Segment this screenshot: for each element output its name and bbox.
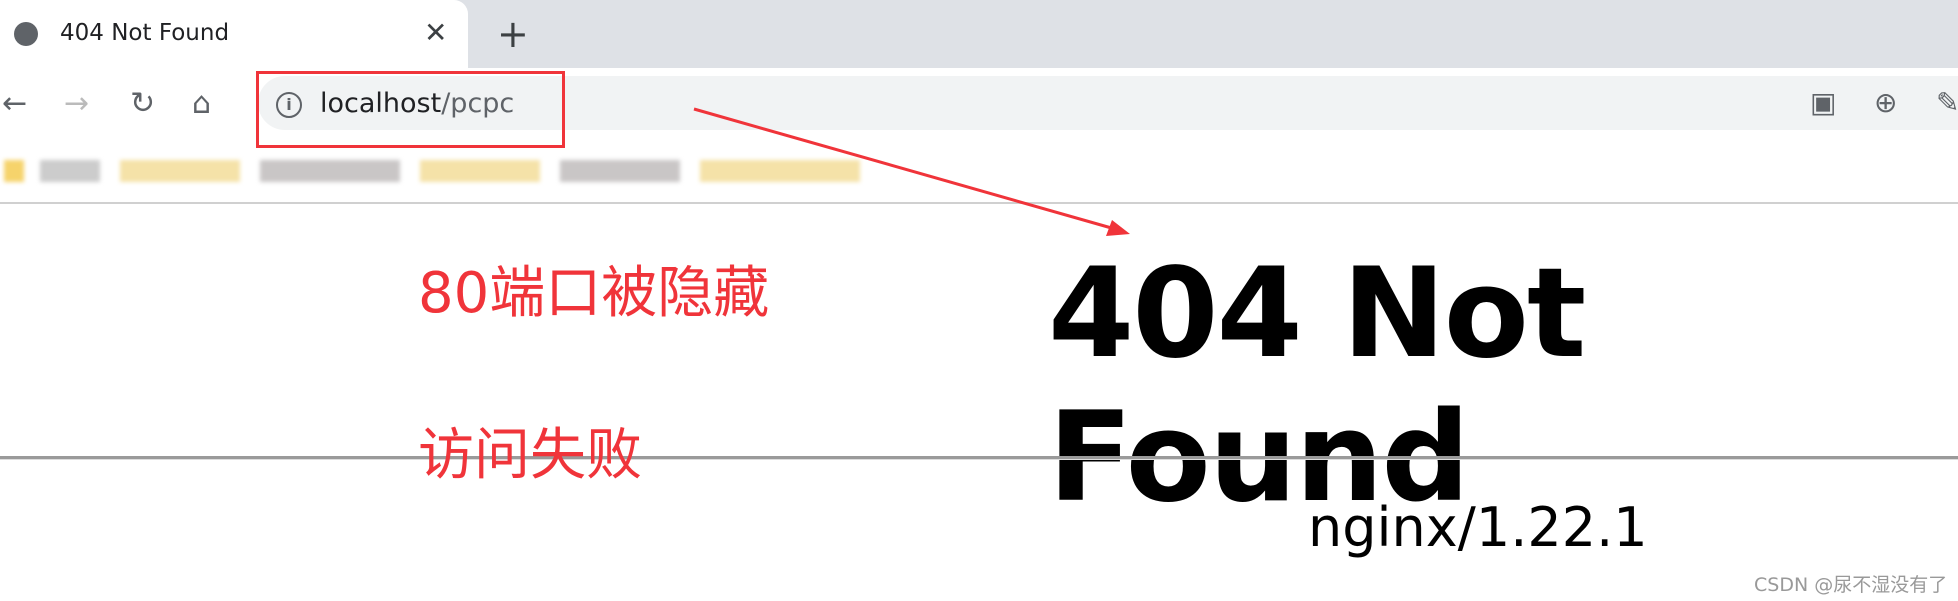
server-version: nginx/1.22.1: [1308, 496, 1648, 559]
annotation-port-hidden: 80端口被隐藏: [418, 261, 770, 326]
page-heading: 404 Not Found: [1048, 242, 1586, 530]
watermark: CSDN @尿不湿没有了: [1754, 574, 1948, 596]
annotation-access-failed: 访问失败: [418, 423, 642, 488]
divider: [0, 456, 1958, 460]
